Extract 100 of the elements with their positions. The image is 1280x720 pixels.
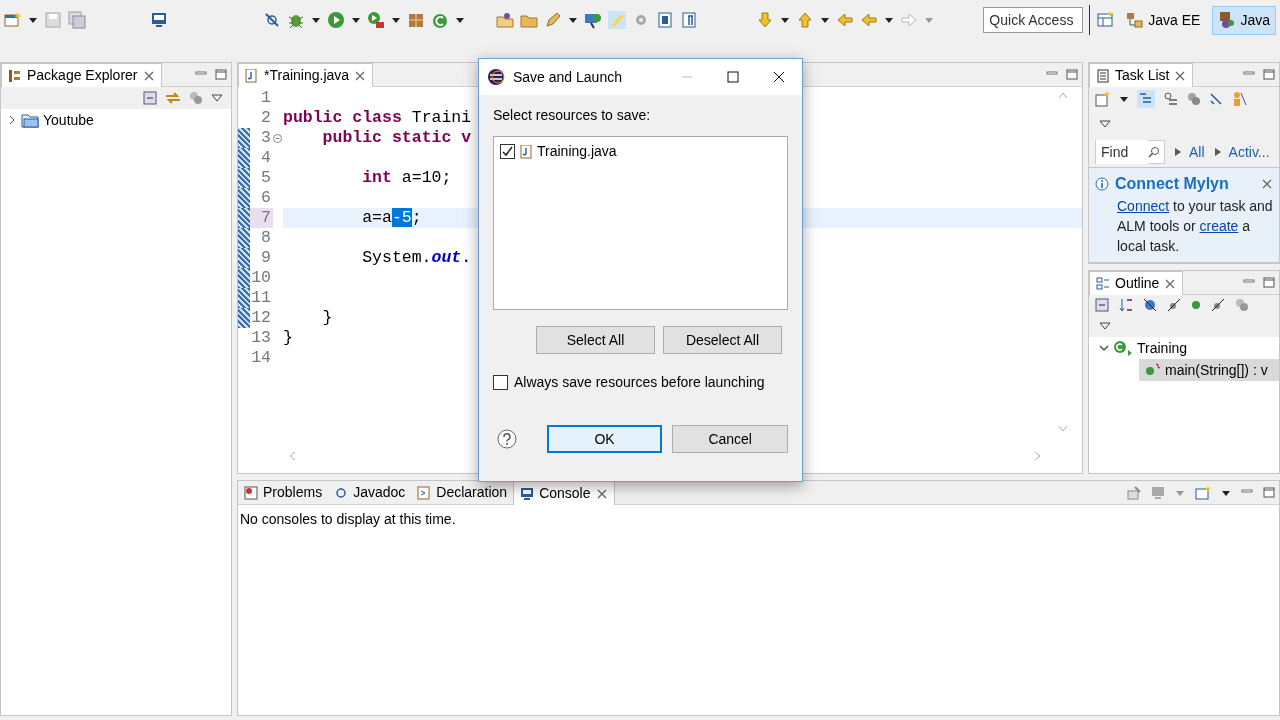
code-line: } — [283, 328, 293, 347]
dialog-button[interactable]: Cancel — [672, 425, 788, 453]
tree-item[interactable]: Youtube — [1, 109, 231, 131]
line-number: 11 — [250, 288, 272, 308]
play-icon[interactable] — [327, 11, 346, 29]
scheduled-icon[interactable] — [1163, 91, 1179, 107]
up-arrow-icon[interactable] — [796, 11, 815, 29]
focus-icon[interactable] — [189, 91, 203, 105]
close-icon[interactable] — [354, 69, 367, 82]
monitor-icon — [520, 486, 535, 501]
maximize-icon[interactable] — [1263, 486, 1275, 499]
hide-fields-icon[interactable] — [1143, 298, 1157, 312]
text-link[interactable]: Connect — [1117, 198, 1170, 214]
scroll-right-icon[interactable] — [1034, 451, 1042, 461]
view-tab[interactable]: Package Explorer — [1, 63, 162, 87]
view-tab[interactable]: Task List — [1089, 63, 1194, 87]
close-icon[interactable] — [595, 487, 608, 500]
run-tool-icon[interactable] — [367, 11, 386, 29]
tree-item[interactable]: Training — [1089, 337, 1279, 359]
collapse-icon[interactable] — [273, 133, 282, 143]
view-tab[interactable]: Outline — [1089, 271, 1184, 295]
problems-icon — [244, 485, 258, 500]
scroll-up-icon[interactable] — [1058, 91, 1068, 99]
dialog-button[interactable]: Deselect All — [663, 326, 782, 354]
new-window-icon[interactable] — [4, 11, 22, 29]
focus-icon[interactable] — [1235, 298, 1249, 312]
open-perspective-icon[interactable] — [1096, 11, 1115, 29]
focus-icon[interactable] — [1187, 92, 1201, 106]
close-icon[interactable] — [142, 69, 155, 82]
search-field[interactable]: Find — [1095, 140, 1165, 164]
collapse-all-icon[interactable] — [143, 91, 157, 105]
line-number: 7 — [250, 208, 273, 228]
block-icon[interactable] — [655, 11, 674, 29]
view-tab[interactable]: Problems — [238, 481, 329, 504]
search-icon — [1148, 146, 1160, 158]
display-console-icon[interactable] — [1151, 485, 1165, 500]
view-tab[interactable]: Javadoc — [328, 481, 412, 504]
dialog-button[interactable]: OK — [546, 425, 663, 453]
line-number: 1 — [260, 88, 272, 108]
link-editor-icon[interactable] — [165, 91, 181, 105]
dialog-button[interactable]: Select All — [536, 326, 655, 354]
back-arrow-icon[interactable] — [860, 11, 879, 29]
back-arrow-icon[interactable] — [836, 11, 855, 29]
paragraph-icon[interactable] — [679, 11, 698, 29]
view-menu-icon[interactable] — [211, 92, 223, 104]
perspective-button[interactable]: Java — [1212, 5, 1276, 35]
tree-item[interactable]: main(String[]) : v — [1139, 359, 1279, 381]
view-tab[interactable]: Declaration — [411, 481, 514, 504]
checkbox[interactable] — [493, 375, 508, 390]
monitor-icon[interactable] — [149, 11, 168, 29]
collapse-all-icon[interactable] — [1095, 298, 1109, 312]
hide-completed-icon[interactable] — [1209, 92, 1223, 106]
filter-link[interactable]: Activ... — [1210, 141, 1270, 163]
close-icon[interactable] — [1261, 178, 1273, 190]
save-all-icon[interactable] — [68, 11, 86, 29]
close-icon — [773, 71, 785, 83]
check-icon — [502, 146, 513, 157]
text-link[interactable]: create — [1199, 218, 1239, 234]
maximize-icon[interactable] — [1066, 68, 1078, 81]
scroll-left-icon[interactable] — [288, 451, 296, 461]
maximize-icon[interactable] — [1263, 276, 1275, 289]
resource-label: Training.java — [537, 142, 617, 161]
view-menu-icon[interactable] — [1099, 119, 1111, 129]
package-icon[interactable] — [407, 11, 426, 29]
line-number: 10 — [250, 268, 272, 288]
categorized-icon[interactable] — [1137, 90, 1155, 108]
pen-icon[interactable] — [543, 11, 562, 29]
dialog-title: Save and Launch — [513, 67, 622, 87]
perspective-button[interactable]: Java EE — [1120, 5, 1207, 35]
pin-icon[interactable] — [1127, 485, 1141, 500]
java-file-icon — [245, 68, 259, 83]
maximize-icon[interactable] — [215, 68, 227, 81]
checkbox-label: Always save resources before launching — [514, 373, 765, 392]
person-icon[interactable] — [1231, 91, 1247, 107]
open-console-icon[interactable] — [1195, 485, 1211, 500]
hide-local-icon[interactable] — [1211, 298, 1225, 312]
scroll-down-icon[interactable] — [1058, 425, 1068, 433]
new-class-icon[interactable] — [431, 11, 450, 29]
public-member-icon[interactable] — [1191, 300, 1201, 310]
down-arrow-icon[interactable] — [756, 11, 775, 29]
folder-icon[interactable] — [495, 11, 514, 29]
static-method-icon — [1145, 363, 1161, 377]
quick-access-field[interactable]: Quick Access — [983, 7, 1084, 33]
code-line: public class Traini — [283, 108, 472, 127]
help-icon[interactable] — [497, 429, 517, 449]
maximize-icon[interactable] — [1263, 68, 1275, 81]
hide-static-icon[interactable] — [1167, 298, 1181, 312]
filter-link[interactable]: All — [1171, 141, 1205, 163]
checkbox[interactable] — [500, 144, 515, 159]
line-number: 13 — [250, 328, 272, 348]
sort-icon[interactable] — [1119, 298, 1133, 312]
view-tab[interactable]: Console — [513, 481, 615, 505]
eclipse-icon — [487, 68, 505, 86]
code-line: } — [321, 308, 333, 327]
close-icon[interactable] — [1164, 277, 1177, 290]
outline-icon — [1096, 276, 1110, 291]
new-task-icon[interactable] — [1095, 91, 1111, 107]
view-tab[interactable]: *Training.java — [238, 63, 374, 87]
view-menu-icon[interactable] — [1099, 321, 1111, 331]
close-icon[interactable] — [1174, 69, 1187, 82]
